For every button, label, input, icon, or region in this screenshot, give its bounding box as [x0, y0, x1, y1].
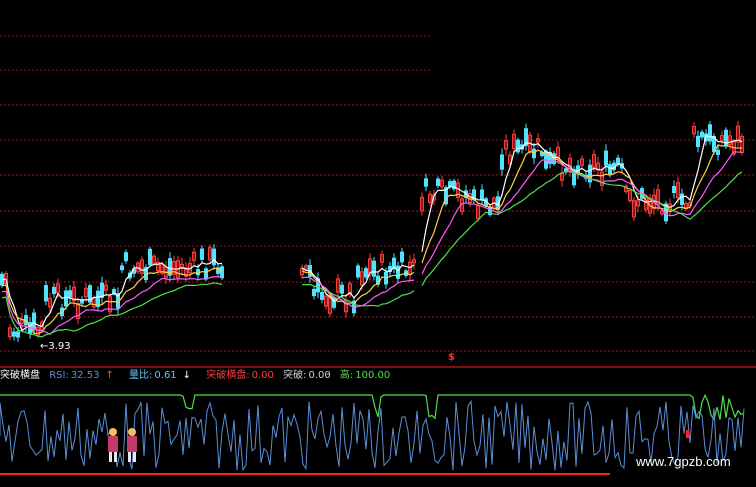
candle-body [96, 290, 100, 307]
candle-body [364, 268, 368, 278]
low-price-marker: ←3.93 [40, 341, 71, 352]
candle-body [212, 248, 216, 266]
candle-body [680, 193, 684, 206]
candle-body [424, 178, 428, 187]
candle-body [608, 164, 612, 175]
candle-body [44, 285, 48, 302]
candle-body [400, 251, 404, 263]
candle-body [604, 150, 608, 166]
signal-bar [686, 430, 689, 438]
figure-leg [133, 452, 136, 462]
candle-body [32, 312, 36, 331]
figure-head [128, 428, 136, 436]
candle-body [200, 248, 204, 260]
candle-body [724, 129, 728, 147]
figure-leg [109, 452, 112, 462]
candle-body [148, 248, 152, 266]
high-line [0, 393, 745, 421]
candle-body [500, 154, 504, 170]
candle-body [340, 284, 344, 294]
candle-body [16, 331, 20, 338]
figure-leg [128, 452, 131, 462]
candle-body [532, 148, 536, 159]
candle-body [616, 157, 620, 165]
buy-signal-marker: $ [448, 352, 455, 363]
candle-body [716, 149, 720, 155]
candle-body [320, 292, 324, 300]
candle-body [436, 178, 440, 187]
candle-body [100, 282, 104, 298]
figure-body [108, 436, 118, 452]
candle-body [52, 286, 56, 295]
candle-body [696, 135, 700, 148]
candle-body [124, 252, 128, 262]
watermark: www.7gpzb.com [636, 454, 731, 469]
candle-body [700, 131, 704, 138]
candle-body [120, 265, 124, 271]
candle-body [204, 268, 208, 280]
figure-body [127, 436, 137, 452]
moving-average-lines [1, 135, 743, 338]
figure-leg [114, 452, 117, 462]
candle-body [708, 124, 712, 142]
price-chart[interactable] [0, 0, 756, 362]
candle-body [672, 186, 676, 193]
candle-body [480, 189, 484, 200]
candle-body [312, 288, 316, 297]
candle-body [220, 266, 224, 279]
candle-body [372, 260, 376, 277]
candle-body [516, 139, 520, 153]
candle-body [68, 290, 72, 298]
candle-body [12, 331, 16, 337]
candle-body [64, 290, 68, 307]
candle-body [356, 265, 360, 278]
figure-head [109, 428, 117, 436]
candle-body [112, 289, 116, 294]
